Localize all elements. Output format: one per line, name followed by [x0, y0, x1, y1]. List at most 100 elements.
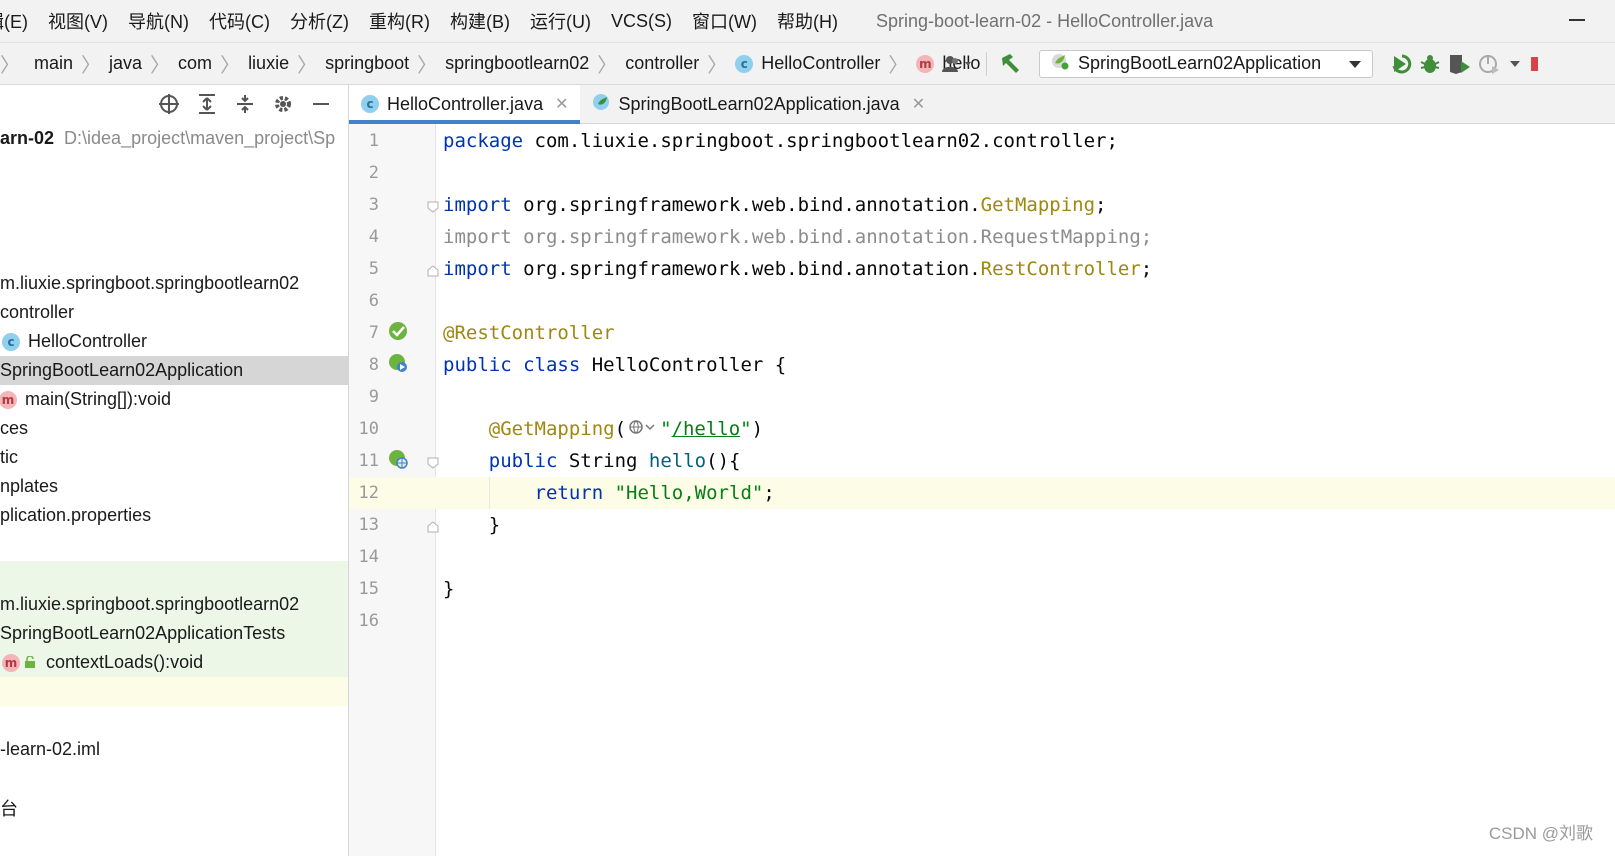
tree-item-resources[interactable]: ces	[0, 414, 348, 443]
tree-item-static[interactable]: tic	[0, 443, 348, 472]
code-token: org.springframework.web.bind.annotation.	[511, 194, 981, 216]
close-icon[interactable]: ✕	[555, 94, 568, 114]
code-line-8[interactable]: public class HelloController {	[443, 349, 786, 381]
tree-item-scratches[interactable]: 台	[0, 793, 348, 822]
tree-item-iml-file[interactable]: -learn-02.iml	[0, 735, 348, 764]
rerun-icon[interactable]	[1385, 49, 1415, 79]
hide-icon[interactable]	[302, 89, 340, 119]
locate-icon[interactable]	[150, 89, 188, 119]
menu-vcs[interactable]: VCS(S)	[601, 11, 682, 32]
tree-item-templates[interactable]: nplates	[0, 472, 348, 501]
breadcrumb-liuxie[interactable]: 〉 liuxie	[212, 49, 289, 78]
stop-icon[interactable]	[1525, 49, 1541, 79]
code-line-7[interactable]: @RestController	[443, 317, 615, 349]
code-line-10[interactable]: @GetMapping("/hello")	[443, 413, 763, 445]
tab-hellocontroller[interactable]: c HelloController.java ✕	[349, 85, 581, 124]
breadcrumb-main[interactable]: 〉 main	[0, 49, 73, 78]
menu-bar: 辑(E) 视图(V) 导航(N) 代码(C) 分析(Z) 重构(R) 构建(B)…	[0, 0, 1615, 43]
chevron-right-icon: 〉	[297, 55, 318, 77]
breadcrumb-com[interactable]: 〉 com	[142, 49, 212, 78]
code-line-13[interactable]: }	[443, 509, 500, 541]
code-editor[interactable]: 1 2 3 4 5 6 7 8 9 10 11 12 13 14 15 16 p…	[349, 124, 1615, 856]
build-hammer-icon[interactable]	[995, 49, 1025, 79]
code-line-3[interactable]: import org.springframework.web.bind.anno…	[443, 189, 1106, 221]
spring-boot-class-icon	[592, 92, 612, 117]
code-token: public	[488, 450, 558, 472]
tree-item-test-package[interactable]: m.liuxie.springboot.springbootlearn02	[0, 590, 348, 619]
tree-item-main-method[interactable]: m main(String[]):void	[0, 385, 348, 414]
code-line-11[interactable]: public String hello(){	[443, 445, 741, 477]
code-line-1[interactable]: package com.liuxie.springboot.springboot…	[443, 125, 1118, 157]
url-link[interactable]: /hello	[672, 418, 741, 440]
menu-view[interactable]: 视图(V)	[38, 8, 118, 34]
menu-window[interactable]: 窗口(W)	[682, 8, 767, 34]
project-tool-window: arn-02 D:\idea_project\maven_project\Sp …	[0, 85, 349, 856]
code-line-5[interactable]: import org.springframework.web.bind.anno…	[443, 253, 1152, 285]
menu-run[interactable]: 运行(U)	[520, 8, 601, 34]
run-configuration-dropdown[interactable]: SpringBootLearn02Application	[1039, 49, 1373, 78]
fold-marker-icon[interactable]	[427, 200, 439, 213]
code-token: HelloController {	[580, 354, 787, 376]
fold-marker-icon[interactable]	[427, 456, 439, 469]
breadcrumb-springboot[interactable]: 〉 springboot	[289, 49, 409, 78]
settings-gear-icon[interactable]	[264, 89, 302, 119]
method-icon: m	[916, 54, 935, 73]
tree-item-contextloads[interactable]: m contextLoads():void	[0, 648, 348, 677]
collapse-all-icon[interactable]	[226, 89, 264, 119]
menu-analyze[interactable]: 分析(Z)	[280, 8, 359, 34]
tree-item-label: SpringBootLearn02Application	[0, 360, 244, 380]
window-title: Spring-boot-learn-02 - HelloController.j…	[875, 10, 1214, 31]
tree-project-root[interactable]: arn-02 D:\idea_project\maven_project\Sp	[0, 124, 348, 153]
class-icon: c	[361, 95, 379, 113]
tree-item-controller-folder[interactable]: controller	[0, 298, 348, 327]
menu-edit[interactable]: 辑(E)	[0, 8, 38, 34]
tab-application[interactable]: SpringBootLearn02Application.java ✕	[580, 85, 937, 123]
code-token: )	[751, 418, 764, 440]
line-number: 16	[358, 611, 379, 631]
tree-item-package-main[interactable]: m.liuxie.springboot.springbootlearn02	[0, 269, 348, 298]
tree-item-application-properties[interactable]: plication.properties	[0, 501, 348, 530]
code-token: @RestController	[443, 322, 615, 344]
tree-item-label: HelloController	[28, 331, 148, 351]
code-token: return	[534, 482, 604, 504]
minimize-button[interactable]	[1569, 19, 1585, 21]
close-icon[interactable]: ✕	[912, 94, 925, 114]
code-token: class	[523, 354, 581, 376]
coverage-icon[interactable]	[1445, 49, 1475, 79]
breadcrumb-java[interactable]: 〉 java	[73, 49, 142, 78]
tree-item-application-tests[interactable]: SpringBootLearn02ApplicationTests	[0, 619, 348, 648]
tree-item-hellocontroller[interactable]: c HelloController	[0, 327, 348, 356]
code-line-15[interactable]: }	[443, 573, 454, 605]
breadcrumb-hellocontroller[interactable]: 〉 c HelloController	[699, 49, 880, 78]
navigation-bar: 〉 main 〉 java 〉 com 〉 liuxie 〉 springboot 〉 sp…	[0, 43, 1615, 85]
menu-refactor[interactable]: 重构(R)	[359, 8, 440, 34]
request-mapping-icon[interactable]	[387, 448, 409, 470]
run-class-icon[interactable]	[387, 352, 409, 374]
breadcrumb-springbootlearn02[interactable]: 〉 springbootlearn02	[409, 49, 589, 78]
tree-item-label: tic	[0, 447, 18, 467]
web-globe-icon[interactable]	[628, 414, 658, 446]
menu-help[interactable]: 帮助(H)	[767, 8, 848, 34]
code-line-12[interactable]: return "Hello,World";	[443, 477, 775, 509]
debug-bug-icon[interactable]	[1415, 49, 1445, 79]
run-configuration-label: SpringBootLearn02Application	[1078, 53, 1322, 73]
code-token: GetMapping	[980, 194, 1096, 216]
fold-marker-icon[interactable]	[427, 264, 439, 277]
tree-root-label: arn-02	[0, 128, 55, 148]
menu-code[interactable]: 代码(C)	[199, 8, 280, 34]
user-icon[interactable]	[938, 49, 978, 79]
tree-item-label: main(String[]):void	[25, 389, 172, 409]
chevron-down-icon[interactable]	[1505, 49, 1525, 79]
menu-build[interactable]: 构建(B)	[440, 8, 520, 34]
code-token: (){	[706, 450, 741, 472]
expand-all-icon[interactable]	[188, 89, 226, 119]
spring-bean-icon[interactable]	[387, 320, 409, 342]
fold-marker-icon[interactable]	[427, 520, 439, 533]
chevron-right-icon: 〉	[220, 55, 241, 77]
profile-icon[interactable]	[1475, 49, 1505, 79]
tree-item-application-selected[interactable]: SpringBootLearn02Application	[0, 356, 348, 385]
code-line-4[interactable]: import org.springframework.web.bind.anno…	[443, 221, 1152, 253]
line-number: 15	[358, 579, 379, 599]
menu-navigate[interactable]: 导航(N)	[118, 8, 199, 34]
breadcrumb-controller[interactable]: 〉 controller	[589, 49, 699, 78]
